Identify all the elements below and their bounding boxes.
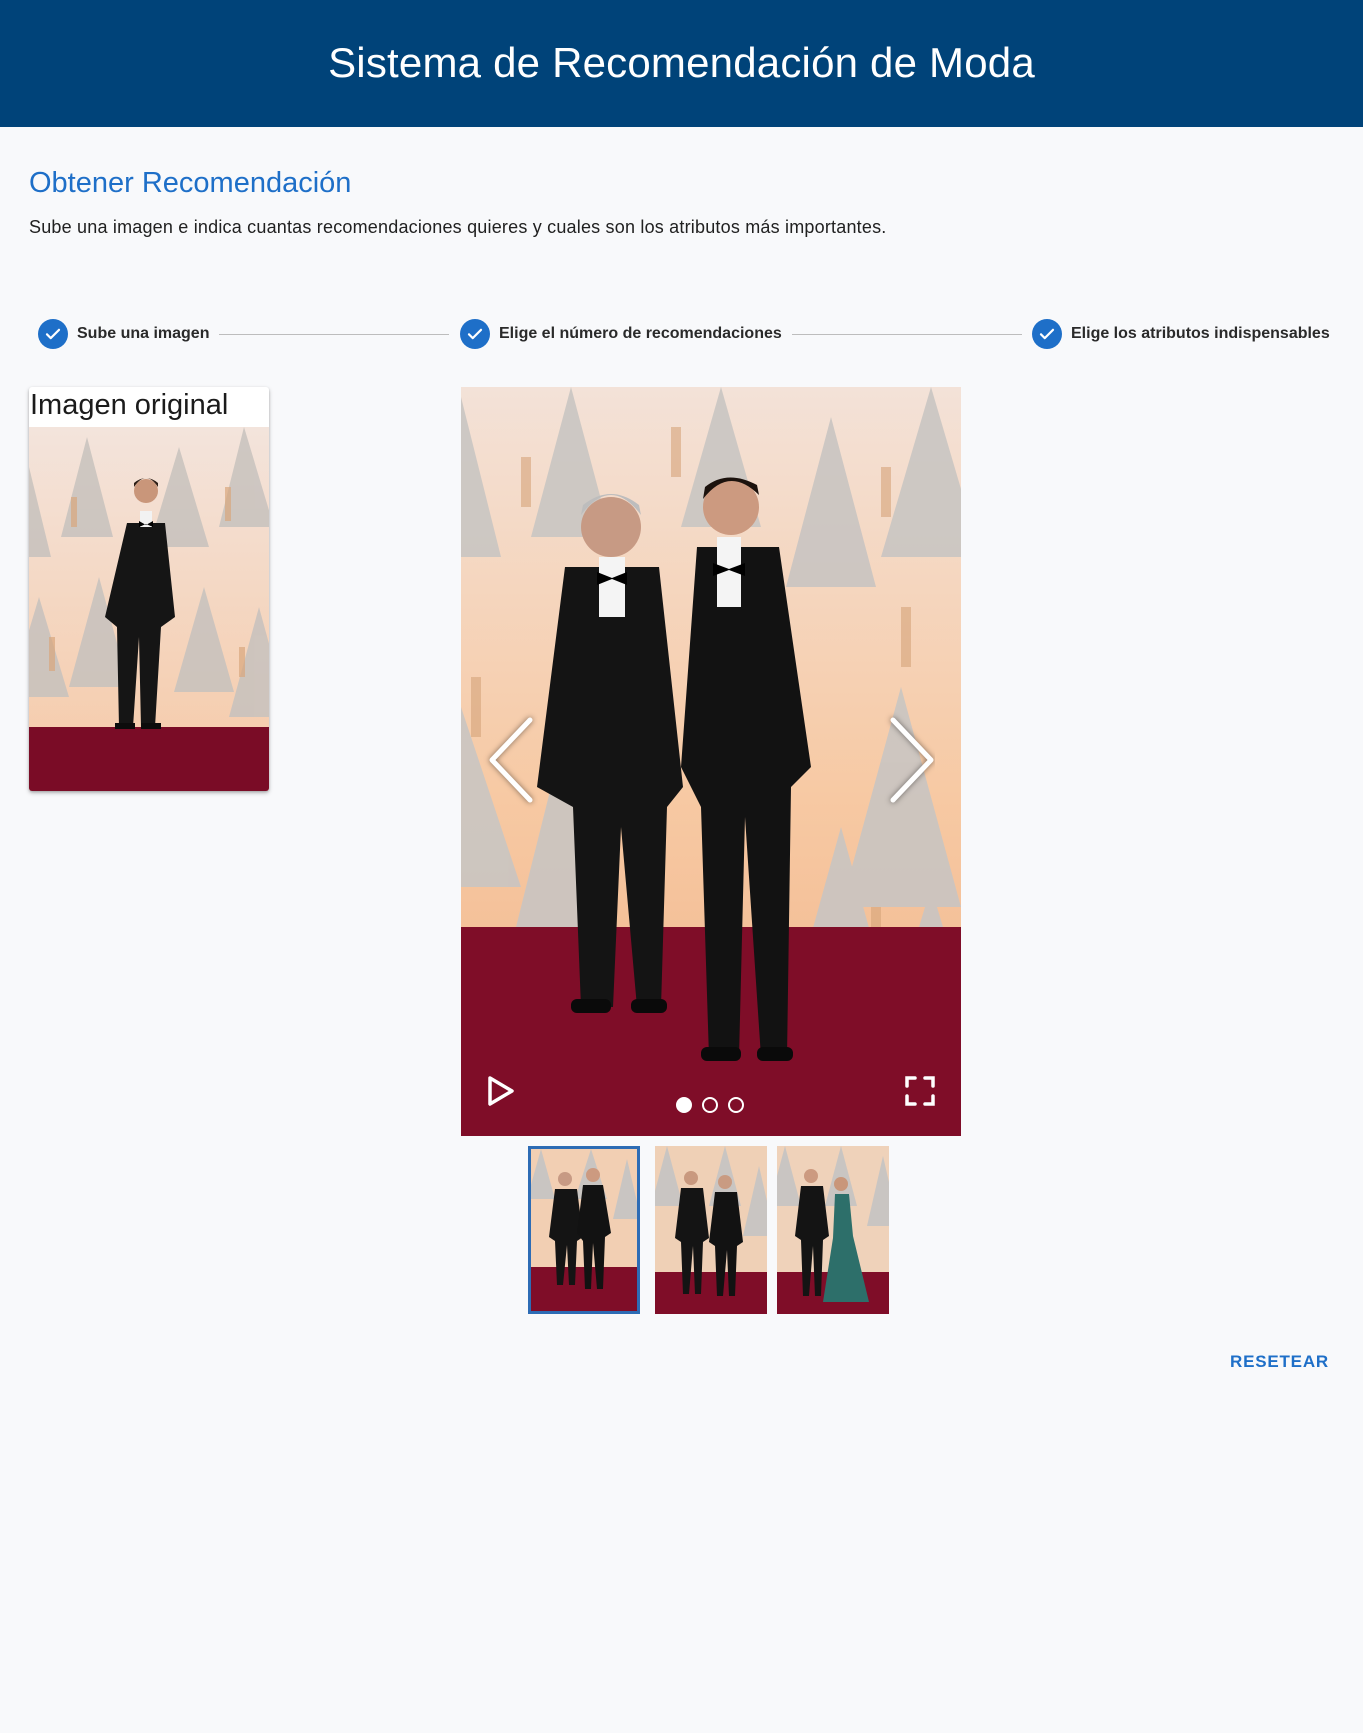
step-recommendation-count[interactable]: Elige el número de recomendaciones (460, 319, 782, 349)
section-description: Sube una imagen e indica cuantas recomen… (29, 217, 887, 237)
fullscreen-icon[interactable] (904, 1075, 936, 1107)
step-connector (792, 334, 1022, 335)
gallery-thumbnail[interactable] (777, 1146, 889, 1314)
gallery-bullet[interactable] (676, 1097, 692, 1113)
gallery-bullets (676, 1097, 744, 1113)
step-label: Elige el número de recomendaciones (499, 325, 782, 342)
step-upload-image[interactable]: Sube una imagen (38, 319, 209, 349)
chevron-left-icon[interactable] (478, 710, 538, 810)
chevron-right-icon[interactable] (875, 710, 935, 810)
original-image-title: Imagen original (30, 389, 229, 421)
step-label: Elige los atributos indispensables (1071, 325, 1330, 342)
original-image-card: Imagen original (29, 387, 269, 791)
step-label: Sube una imagen (77, 325, 210, 342)
gallery-bullet[interactable] (702, 1097, 718, 1113)
check-icon (460, 319, 490, 349)
gallery-thumbnail[interactable] (655, 1146, 767, 1314)
play-icon[interactable] (486, 1075, 516, 1107)
check-icon (1032, 319, 1062, 349)
gallery-bullet[interactable] (728, 1097, 744, 1113)
step-connector (219, 334, 449, 335)
step-essential-attributes[interactable]: Elige los atributos indispensables (1032, 319, 1330, 349)
check-icon (38, 319, 68, 349)
gallery-thumbnail[interactable] (528, 1146, 640, 1314)
app-title: Sistema de Recomendación de Moda (328, 38, 1035, 86)
original-image (29, 427, 269, 791)
reset-button[interactable]: RESETEAR (1230, 1352, 1329, 1372)
section-title: Obtener Recomendación (29, 167, 352, 199)
app-header: Sistema de Recomendación de Moda (0, 0, 1363, 127)
